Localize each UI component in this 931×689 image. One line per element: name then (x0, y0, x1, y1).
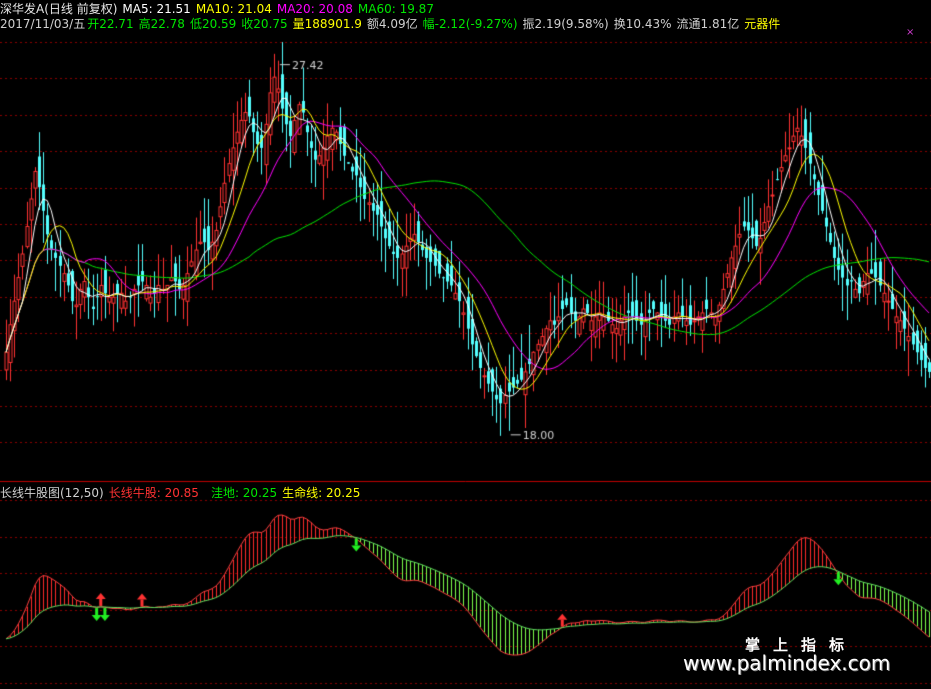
header-row-quote: 2017/11/03/五 开22.71 高22.78 低20.59 收20.75 量188… (0, 16, 785, 32)
indicator-depression: 洼地: 20.25 (210, 486, 278, 500)
quote-change: 幅-2.12(-9.27%) (422, 17, 518, 31)
quote-date: 2017/11/03/五 (0, 17, 86, 31)
quote-volume: 量188901.9 (292, 17, 362, 31)
header-row-ma: 深华发A(日线 前复权) MA5: 21.51 MA10: 21.04 MA20: 2… (0, 1, 439, 17)
indicator-lifeline: 生命线: 20.25 (282, 486, 361, 500)
quote-close: 收20.75 (241, 17, 288, 31)
ma10-value: MA10: 21.04 (195, 2, 272, 16)
quote-turnover: 换10.43% (613, 17, 672, 31)
watermark-url: www.palmindex.com (683, 651, 891, 675)
quote-sector: 元器件 (744, 17, 781, 31)
stock-name: 深华发A(日线 前复权) (0, 2, 118, 16)
indicator-header: 长线牛股图(12,50) 长线牛股: 20.85 洼地: 20.25 生命线: 20.… (0, 485, 365, 501)
quote-high: 高22.78 (138, 17, 185, 31)
ma60-value: MA60: 19.87 (357, 2, 434, 16)
quote-low: 低20.59 (189, 17, 237, 31)
indicator-bull-line: 长线牛股: 20.85 (108, 486, 199, 500)
indicator-name: 长线牛股图(12,50) (0, 486, 104, 500)
quote-float: 流通1.81亿 (676, 17, 740, 31)
close-icon[interactable]: × (906, 28, 914, 38)
quote-amount: 额4.09亿 (366, 17, 418, 31)
quote-amplitude: 振2.19(9.58%) (522, 17, 609, 31)
ma20-value: MA20: 20.08 (276, 2, 353, 16)
ma5-value: MA5: 21.51 (122, 2, 191, 16)
quote-open: 开22.71 (87, 17, 134, 31)
stock-chart-canvas[interactable] (0, 0, 931, 689)
